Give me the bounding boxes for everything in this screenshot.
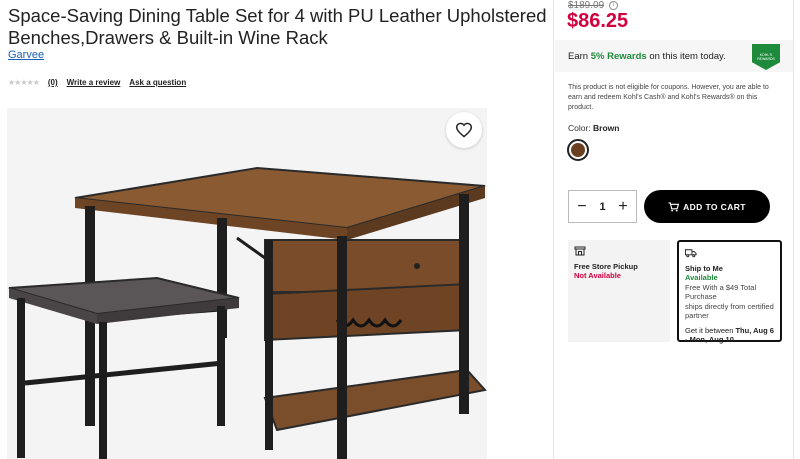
ship-status: Available: [685, 273, 718, 282]
ship-title: Ship to Me: [685, 263, 723, 273]
product-image[interactable]: [7, 108, 487, 459]
quantity-value[interactable]: 1: [599, 201, 605, 213]
rewards-banner: Earn 5% Rewards on this item today. KOHL…: [555, 40, 793, 72]
color-label-prefix: Color:: [568, 123, 594, 133]
color-value: Brown: [593, 123, 620, 133]
add-to-cart-button[interactable]: ADD TO CART: [644, 190, 770, 223]
pickup-title: Free Store Pickup: [574, 261, 638, 271]
rewards-amount: 5% Rewards: [590, 50, 647, 62]
dining-set-illustration: [8, 166, 487, 459]
heart-icon: [455, 122, 473, 138]
decrease-quantity-button[interactable]: −: [575, 198, 589, 215]
swatch-fill: [571, 143, 585, 157]
coupon-note: This product is not eligible for coupons…: [568, 84, 769, 111]
ship-to-me-option[interactable]: Ship to Me Available Free With a $49 Tot…: [677, 240, 782, 345]
rewards-badge-icon: KOHL'S REWARDS: [752, 44, 780, 70]
ship-date: Get it between Thu, Aug 6 - Mon, Aug 10: [685, 326, 774, 345]
color-swatch-brown[interactable]: [567, 139, 589, 161]
ship-partner-note: ships directly from certified partner: [685, 301, 774, 321]
cart-icon: [668, 201, 680, 212]
ship-free-threshold: Free With a $49 Total Purchase: [685, 282, 757, 302]
store-pickup-option[interactable]: Free Store Pickup Not Available: [568, 240, 670, 342]
rating-count-link[interactable]: (0): [48, 78, 58, 87]
sale-price: $86.25: [567, 10, 629, 32]
rewards-badge-text: KOHL'S REWARDS: [757, 53, 775, 61]
rewards-suffix: on this item today.: [649, 50, 726, 62]
product-title: Space-Saving Dining Table Set for 4 with…: [8, 5, 547, 48]
favorite-button[interactable]: [446, 112, 482, 148]
increase-quantity-button[interactable]: +: [616, 198, 630, 215]
ask-question-link[interactable]: Ask a question: [129, 78, 186, 87]
quantity-stepper: − 1 +: [568, 190, 637, 223]
info-icon[interactable]: i: [609, 1, 619, 10]
add-to-cart-label: ADD TO CART: [683, 201, 746, 212]
rating-stars-icon: ★★★★★: [8, 78, 40, 87]
rewards-prefix: Earn: [568, 50, 589, 62]
buy-box: $189.09 i $86.25 Earn 5% Rewards on this…: [553, 0, 794, 459]
pickup-status: Not Available: [574, 271, 621, 280]
truck-icon: [685, 249, 697, 258]
color-label: Color: Brown: [568, 123, 620, 133]
store-icon: [574, 246, 586, 256]
ship-date-prefix: Get it between: [685, 325, 736, 335]
brand-link[interactable]: Garvee: [8, 49, 44, 61]
write-review-link[interactable]: Write a review: [67, 78, 121, 87]
rating-row: ★★★★★ (0) Write a review Ask a question: [8, 78, 186, 87]
